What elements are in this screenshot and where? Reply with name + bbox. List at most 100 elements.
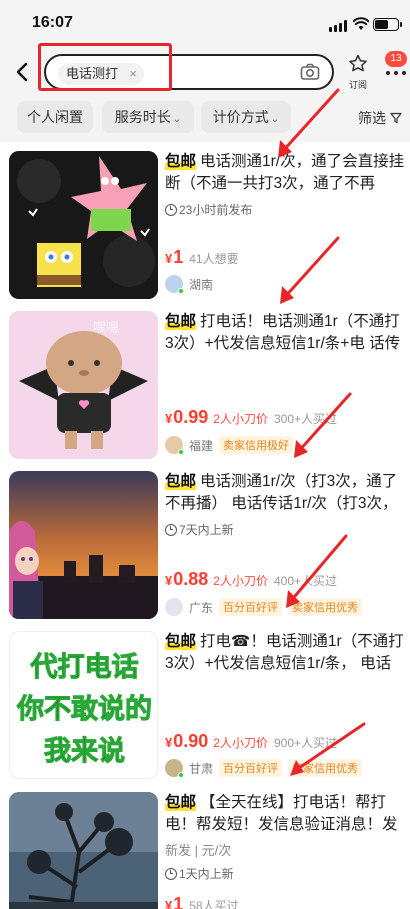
item-bargain-label: 2人小刀价: [213, 412, 268, 426]
seller-row[interactable]: 甘肃 百分百好评 卖家信用优秀: [165, 759, 363, 778]
funnel-icon: [390, 112, 402, 124]
filter-pricing-method-label: 计价方式: [212, 109, 269, 125]
list-item[interactable]: 包邮 电话测通1r/次，通了会直接挂断（不通一共打3次，通了不再 23小时前发布 …: [0, 143, 410, 303]
seller-location: 广东: [189, 600, 214, 615]
filter-service-duration[interactable]: 服务时长 ⌄: [102, 101, 194, 133]
seller-row[interactable]: 广东 百分百好评 卖家信用优秀: [165, 598, 363, 616]
item-title: 包邮 【全天在线】打电话！帮打电！帮发短！发信息验证消息！发: [165, 792, 405, 836]
price-value: 1: [173, 894, 184, 909]
wifi-icon: [353, 17, 369, 30]
avatar: [165, 436, 184, 455]
image-caption-line: 你不敢说的: [17, 694, 153, 725]
price-currency: ¥: [165, 898, 173, 909]
back-arrow-icon[interactable]: [14, 62, 30, 82]
item-title-text: 电话测通1r/次（打3次，通了不再播） 电话传话1r/次（打3次，: [165, 473, 398, 512]
item-title: 包邮 电话测通1r/次（打3次，通了不再播） 电话传话1r/次（打3次，: [165, 471, 405, 515]
item-image: 代打电话 你不敢说的 我来说: [9, 631, 158, 779]
item-image: 嘿嘿: [9, 311, 158, 459]
subscribe-button[interactable]: 订阅: [345, 54, 371, 91]
clock-icon: [165, 203, 177, 216]
item-tag-text: 新发 | 元/次: [165, 843, 232, 858]
notification-badge: 13: [385, 51, 407, 67]
image-watermark: 嘿嘿: [93, 320, 120, 335]
price-row: ¥0.90 2人小刀价 900+人买过: [165, 731, 337, 752]
item-bargain-label: 2人小刀价: [213, 574, 268, 588]
filter-button[interactable]: 筛选: [358, 108, 402, 128]
status-bar: 16:07: [0, 0, 410, 46]
item-title-text: 【全天在线】打电话！帮打电！帮发短！发信息验证消息！发: [165, 794, 398, 833]
chevron-down-icon: ⌄: [270, 114, 280, 125]
item-price: ¥1: [165, 247, 183, 268]
filter-pricing-method[interactable]: 计价方式 ⌄: [201, 101, 291, 133]
image-caption: 代打电话 你不敢说的 我来说: [10, 646, 157, 772]
item-image: [9, 792, 158, 909]
seller-location: 福建: [189, 438, 214, 453]
seller-row[interactable]: 湖南: [165, 275, 214, 294]
filter-personal-label: 个人闲置: [27, 109, 83, 125]
seller-location: 湖南: [189, 277, 214, 292]
item-title: 包邮 电话测通1r/次，通了会直接挂断（不通一共打3次，通了不再: [165, 151, 405, 195]
item-title: 包邮 打电☎！电话测通1r（不通打3次）+代发信息短信1r/条， 电话: [165, 631, 405, 675]
item-tag-text: 23小时前发布: [179, 203, 253, 217]
list-item[interactable]: 嘿嘿 包邮 打电话！电话测通1r（不通打3次）+代发信息短信1r/条+电 话传 ¥…: [0, 303, 410, 463]
item-title-text: 打电☎！电话测通1r（不通打3次）+代发信息短信1r/条， 电话: [165, 633, 404, 672]
price-currency: ¥: [165, 735, 173, 750]
seller-rating-badge: 百分百好评: [219, 759, 283, 777]
free-shipping-tag: 包邮: [165, 794, 197, 811]
avatar: [165, 759, 184, 778]
item-price: ¥0.99: [165, 407, 208, 428]
price-currency: ¥: [165, 573, 173, 588]
avatar: [165, 275, 184, 294]
price-value: 0.88: [173, 569, 209, 589]
item-sold-count: 400+人买过: [273, 574, 337, 588]
item-image: [9, 151, 158, 299]
avatar: [165, 598, 183, 616]
free-shipping-tag: 包邮: [165, 633, 197, 650]
price-value: 0.90: [173, 731, 209, 751]
price-currency: ¥: [165, 251, 173, 266]
filter-bar: 个人闲置 服务时长 ⌄ 计价方式 ⌄ 筛选: [0, 96, 410, 142]
filter-personal[interactable]: 个人闲置: [17, 101, 93, 133]
seller-credit-badge: 卖家信用极好: [219, 436, 294, 454]
filter-service-duration-label: 服务时长: [114, 109, 171, 125]
seller-credit-badge: 卖家信用优秀: [288, 598, 363, 616]
item-image: [9, 471, 158, 619]
seller-rating-badge: 百分百好评: [219, 598, 283, 616]
battery-icon: [373, 18, 402, 31]
item-tag: 1天内上新: [165, 865, 405, 882]
camera-icon[interactable]: [300, 63, 320, 81]
free-shipping-tag: 包邮: [165, 473, 197, 490]
seller-credit-badge: 卖家信用优秀: [288, 759, 363, 777]
price-row: ¥0.88 2人小刀价 400+人买过: [165, 569, 337, 590]
item-sold-count: 58人买过: [189, 899, 239, 909]
item-tag: 23小时前发布: [165, 201, 405, 218]
item-title-text: 打电话！电话测通1r（不通打3次）+代发信息短信1r/条+电 话传: [165, 313, 401, 352]
list-item[interactable]: 代打电话 你不敢说的 我来说 包邮 打电☎！电话测通1r（不通打3次）+代发信息短…: [0, 623, 410, 783]
item-price: ¥1: [165, 894, 183, 909]
item-title: 包邮 打电话！电话测通1r（不通打3次）+代发信息短信1r/条+电 话传: [165, 311, 405, 355]
item-bargain-label: 2人小刀价: [213, 736, 268, 750]
signal-icon: [329, 20, 349, 32]
item-tag: 7天内上新: [165, 521, 405, 538]
free-shipping-tag: 包邮: [165, 153, 197, 170]
list-item[interactable]: 包邮 电话测通1r/次（打3次，通了不再播） 电话传话1r/次（打3次， 7天内上…: [0, 463, 410, 623]
item-price: ¥0.90: [165, 731, 208, 752]
free-shipping-tag: 包邮: [165, 313, 197, 330]
star-icon: [349, 54, 367, 72]
status-time: 16:07: [32, 14, 73, 31]
clock-icon: [165, 523, 177, 536]
price-row: ¥1 41人想要: [165, 247, 239, 268]
image-caption-line: 代打电话: [30, 652, 139, 683]
seller-row[interactable]: 福建 卖家信用极好: [165, 436, 294, 455]
image-caption-line: 我来说: [44, 736, 126, 767]
list-item[interactable]: 包邮 【全天在线】打电话！帮打电！帮发短！发信息验证消息！发 新发 | 元/次 1…: [0, 784, 410, 909]
more-icon[interactable]: [385, 66, 407, 80]
item-tag-text: 7天内上新: [179, 523, 234, 537]
price-value: 1: [173, 247, 184, 267]
item-sold-count: 900+人买过: [273, 736, 337, 750]
item-price: ¥0.88: [165, 569, 208, 590]
item-sold-count: 300+人买过: [273, 412, 337, 426]
item-tag-text: 1天内上新: [179, 867, 234, 881]
price-value: 0.99: [173, 407, 209, 427]
item-title-text: 电话测通1r/次，通了会直接挂断（不通一共打3次，通了不再: [165, 153, 405, 192]
